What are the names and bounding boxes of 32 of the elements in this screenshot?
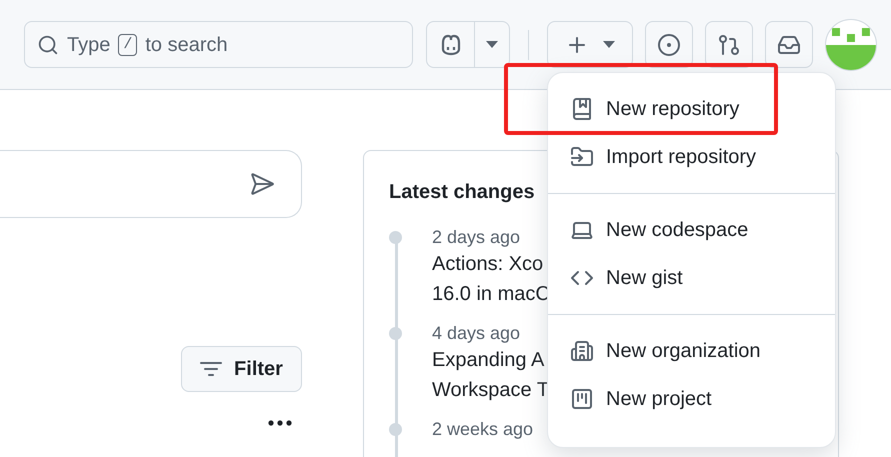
board-icon [570,387,594,411]
ellipsis-icon [268,420,292,426]
change-time: 2 days ago [432,226,522,249]
pull-requests-button[interactable] [705,21,754,68]
filter-button[interactable]: Filter [181,346,302,392]
menu-item[interactable]: New codespace [548,206,835,254]
change-title-line: 16.0 in macC [432,282,550,307]
more-options-button[interactable] [268,420,292,426]
book-icon [570,97,594,121]
pull-request-icon [717,32,742,56]
change-time: 4 days ago [432,322,522,345]
menu-item[interactable]: New organization [548,327,835,375]
filter-icon [200,362,222,376]
change-title-line: Expanding A [432,348,546,373]
import-icon [570,145,594,169]
issue-icon [657,32,682,56]
menu-item[interactable]: New gist [548,254,835,302]
change-title-line: Workspace T [432,378,550,403]
caret-icon [486,41,498,48]
card-title: Latest changes [389,180,536,205]
menu-item[interactable]: Import repository [548,133,835,181]
search-field[interactable]: Type / to search [24,21,414,68]
change-title-line: Actions: Xco [432,252,544,277]
search-icon [37,34,59,56]
send-icon [249,171,275,197]
caret-icon [603,41,616,48]
inbox-button[interactable] [765,21,814,68]
issues-button[interactable] [645,21,694,68]
menu-item[interactable]: New project [548,375,835,423]
change-time: 2 weeks ago [432,418,534,441]
building-icon [570,339,594,363]
create-new-button[interactable] [547,21,634,68]
